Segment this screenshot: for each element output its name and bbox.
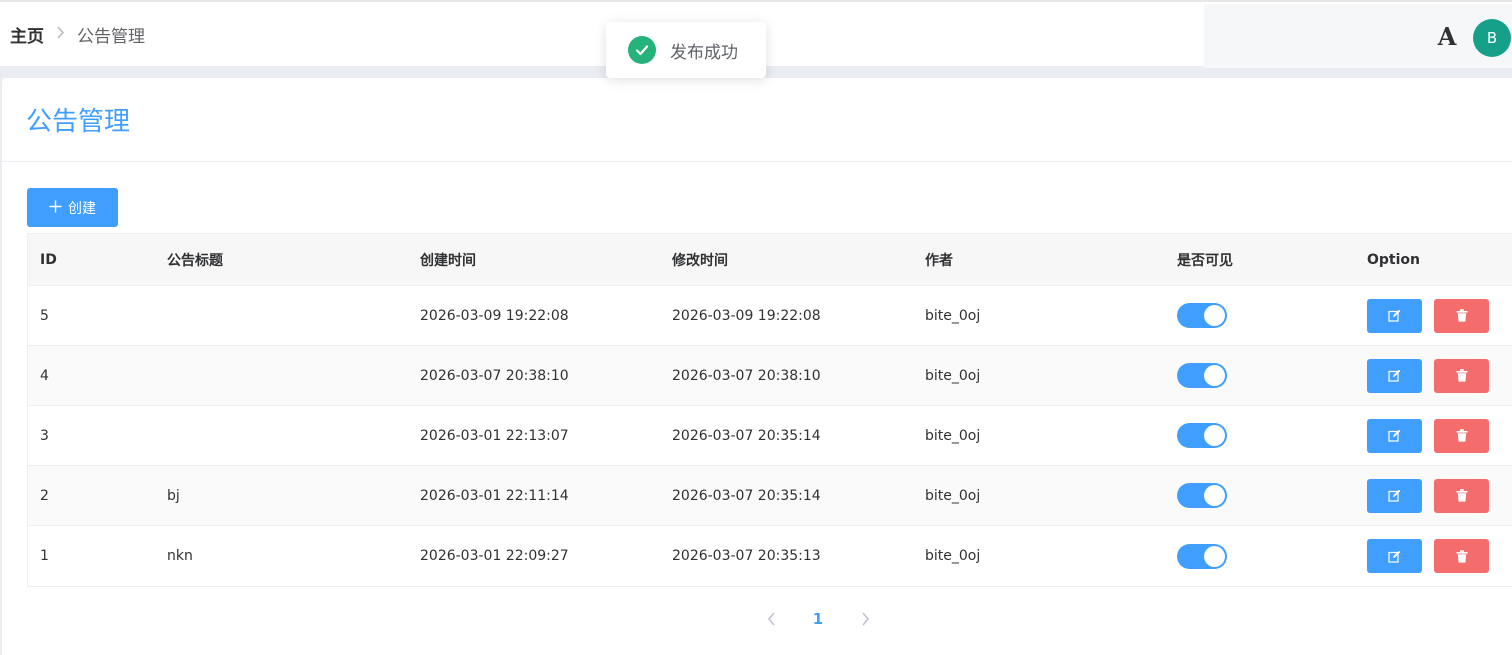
cell-id: 5 <box>40 307 49 324</box>
breadcrumb: 主页 公告管理 <box>10 22 145 47</box>
edit-icon <box>1388 429 1401 442</box>
column-header-title: 公告标题 <box>167 252 223 269</box>
column-header-option: Option <box>1367 251 1420 268</box>
cell-id: 4 <box>40 367 49 384</box>
trash-icon <box>1456 309 1467 322</box>
cell-id: 1 <box>40 548 49 564</box>
page-title: 公告管理 <box>26 107 131 137</box>
table-row: 5 2026-03-09 19:22:08 2026-03-09 19:22:0… <box>28 286 1512 346</box>
success-toast: 发布成功 <box>606 22 766 78</box>
cell-updated: 2026-03-07 20:35:14 <box>672 427 821 444</box>
breadcrumb-home[interactable]: 主页 <box>10 22 44 47</box>
cell-title: nkn <box>167 548 193 564</box>
edit-icon <box>1388 309 1401 322</box>
table-header: ID 公告标题 创建时间 修改时间 作者 是否可见 Option <box>28 233 1512 286</box>
delete-button[interactable] <box>1434 418 1489 453</box>
edit-button[interactable] <box>1367 418 1422 453</box>
visible-toggle[interactable] <box>1177 423 1227 448</box>
toggle-knob <box>1204 545 1225 567</box>
main-card: 公告管理 创建 ID 公告标题 创建时间 修改时间 作者 是否可见 Option… <box>2 78 1512 655</box>
edit-icon <box>1388 489 1401 502</box>
delete-button[interactable] <box>1434 478 1489 513</box>
cell-id: 3 <box>40 427 49 444</box>
breadcrumb-current: 公告管理 <box>77 26 145 47</box>
cell-author: bite_0oj <box>925 367 981 384</box>
card-header: 公告管理 <box>2 78 1512 162</box>
plus-icon <box>49 199 62 217</box>
page-number-current[interactable]: 1 <box>803 605 833 633</box>
table-row: 3 2026-03-01 22:13:07 2026-03-07 20:35:1… <box>28 406 1512 466</box>
cell-author: bite_0oj <box>925 548 981 564</box>
visible-toggle[interactable] <box>1177 363 1227 388</box>
column-header-visible: 是否可见 <box>1177 252 1233 269</box>
chevron-right-icon <box>56 25 65 43</box>
edit-icon <box>1388 550 1401 563</box>
cell-title: bj <box>167 487 180 504</box>
delete-button[interactable] <box>1434 358 1489 393</box>
font-size-toggle-icon[interactable]: A <box>1433 22 1461 52</box>
create-button-label: 创建 <box>68 200 96 217</box>
cell-created: 2026-03-01 22:13:07 <box>420 427 569 444</box>
toast-message: 发布成功 <box>670 42 738 63</box>
visible-toggle[interactable] <box>1177 303 1227 328</box>
toggle-knob <box>1204 365 1225 386</box>
column-header-updated: 修改时间 <box>672 252 728 269</box>
column-header-created: 创建时间 <box>420 252 476 269</box>
cell-updated: 2026-03-09 19:22:08 <box>672 307 821 324</box>
trash-icon <box>1456 429 1467 442</box>
pagination: 1 <box>757 605 879 633</box>
cell-author: bite_0oj <box>925 307 981 324</box>
top-bar-right-area <box>1204 4 1512 68</box>
column-header-author: 作者 <box>925 252 953 269</box>
prev-page-button[interactable] <box>757 605 785 633</box>
toggle-knob <box>1204 485 1225 506</box>
cell-created: 2026-03-07 20:38:10 <box>420 367 569 384</box>
check-circle-icon <box>628 36 656 64</box>
table-row: 4 2026-03-07 20:38:10 2026-03-07 20:38:1… <box>28 346 1512 406</box>
cell-author: bite_0oj <box>925 427 981 444</box>
cell-created: 2026-03-01 22:09:27 <box>420 548 569 564</box>
edit-icon <box>1388 369 1401 382</box>
edit-button[interactable] <box>1367 298 1422 333</box>
visible-toggle[interactable] <box>1177 483 1227 508</box>
create-button[interactable]: 创建 <box>27 188 118 227</box>
trash-icon <box>1456 549 1467 563</box>
delete-button[interactable] <box>1434 298 1489 333</box>
next-page-button[interactable] <box>851 605 879 633</box>
edit-button[interactable] <box>1367 539 1422 573</box>
delete-button[interactable] <box>1434 539 1489 573</box>
avatar[interactable]: B <box>1473 19 1511 57</box>
cell-id: 2 <box>40 487 49 504</box>
cell-updated: 2026-03-07 20:35:14 <box>672 487 821 504</box>
edit-button[interactable] <box>1367 478 1422 513</box>
column-header-id: ID <box>40 251 57 268</box>
visible-toggle[interactable] <box>1177 543 1227 569</box>
chevron-right-icon <box>861 612 869 626</box>
chevron-left-icon <box>767 612 775 626</box>
cell-updated: 2026-03-07 20:35:13 <box>672 548 821 564</box>
cell-created: 2026-03-09 19:22:08 <box>420 307 569 324</box>
announcement-table: ID 公告标题 创建时间 修改时间 作者 是否可见 Option 5 2026-… <box>27 233 1512 587</box>
cell-author: bite_0oj <box>925 487 981 504</box>
cell-created: 2026-03-01 22:11:14 <box>420 487 569 504</box>
trash-icon <box>1456 369 1467 382</box>
cell-updated: 2026-03-07 20:38:10 <box>672 367 821 384</box>
toggle-knob <box>1204 305 1225 326</box>
edit-button[interactable] <box>1367 358 1422 393</box>
trash-icon <box>1456 489 1467 502</box>
toggle-knob <box>1204 425 1225 446</box>
table-row: 2 bj 2026-03-01 22:11:14 2026-03-07 20:3… <box>28 466 1512 526</box>
table-row: 1 nkn 2026-03-01 22:09:27 2026-03-07 20:… <box>28 526 1512 586</box>
